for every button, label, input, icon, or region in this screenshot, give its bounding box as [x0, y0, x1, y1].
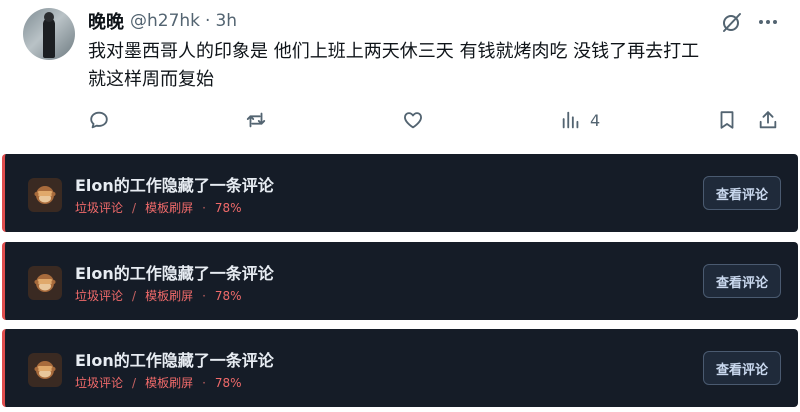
meta-separator: · [202, 375, 206, 390]
views-button[interactable]: 4 [560, 106, 600, 134]
meta-separator: · [202, 200, 206, 215]
bookmark-button[interactable] [716, 106, 738, 134]
grok-icon[interactable] [720, 10, 744, 34]
share-icon [759, 111, 777, 129]
reason-tag: 模板刷屏 [145, 289, 194, 303]
view-comment-button[interactable]: 查看评论 [703, 351, 781, 385]
like-button[interactable] [402, 106, 424, 134]
avatar[interactable] [23, 8, 75, 60]
see-no-evil-monkey-icon [28, 178, 62, 212]
hidden-comment-meta: 垃圾评论 / 模板刷屏 · 78% [75, 374, 242, 391]
reply-icon [90, 111, 108, 129]
tweet-header: 晚晚 @h27hk · 3h [88, 9, 237, 33]
meta-separator: / [132, 200, 137, 215]
retweet-button[interactable] [245, 106, 267, 134]
reason-tag: 垃圾评论 [75, 201, 124, 215]
confidence-score: 78% [214, 375, 242, 390]
bookmark-icon [720, 111, 734, 129]
tweet-text: 我对墨西哥人的印象是 他们上班上两天休三天 有钱就烤肉吃 没钱了再去打工 就这样… [88, 38, 788, 94]
share-button[interactable] [757, 106, 779, 134]
view-comment-button[interactable]: 查看评论 [703, 176, 781, 210]
reason-tag: 垃圾评论 [75, 289, 124, 303]
tweet-actions: 4 [0, 106, 800, 134]
hidden-comment-title: Elon的工作隐藏了一条评论 [75, 264, 274, 283]
hidden-comment-meta: 垃圾评论 / 模板刷屏 · 78% [75, 199, 242, 216]
retweet-icon [246, 112, 266, 128]
more-icon[interactable] [756, 10, 780, 34]
tweet-text-line: 我对墨西哥人的印象是 他们上班上两天休三天 有钱就烤肉吃 没钱了再去打工 [88, 41, 700, 62]
avatar-head [44, 12, 54, 22]
reason-tag: 垃圾评论 [75, 376, 124, 390]
avatar-figure [43, 18, 55, 58]
header-separator: · [205, 11, 211, 31]
confidence-score: 78% [214, 200, 242, 215]
hidden-comment-card: Elon的工作隐藏了一条评论 垃圾评论 / 模板刷屏 · 78% 查看评论 [2, 329, 798, 407]
hidden-comment-title: Elon的工作隐藏了一条评论 [75, 176, 274, 195]
display-name[interactable]: 晚晚 [88, 8, 124, 34]
views-count: 4 [590, 110, 601, 130]
tweet-text-line: 就这样周而复始 [88, 69, 214, 90]
like-icon [404, 112, 422, 129]
reason-tag: 模板刷屏 [145, 376, 194, 390]
confidence-score: 78% [214, 288, 242, 303]
hidden-comment-card: Elon的工作隐藏了一条评论 垃圾评论 / 模板刷屏 · 78% 查看评论 [2, 154, 798, 232]
hidden-comment-card: Elon的工作隐藏了一条评论 垃圾评论 / 模板刷屏 · 78% 查看评论 [2, 242, 798, 320]
user-handle[interactable]: @h27hk [130, 11, 200, 31]
meta-separator: / [132, 288, 137, 303]
see-no-evil-monkey-icon [28, 266, 62, 300]
view-comment-button[interactable]: 查看评论 [703, 264, 781, 298]
tweet: 晚晚 @h27hk · 3h 我对墨西哥人的印象是 他们上班上两天休三天 有钱就… [0, 0, 800, 150]
reply-button[interactable] [88, 106, 110, 134]
views-icon [562, 111, 579, 129]
reason-tag: 模板刷屏 [145, 201, 194, 215]
meta-separator: / [132, 375, 137, 390]
meta-separator: · [202, 288, 206, 303]
tweet-timestamp[interactable]: 3h [215, 11, 237, 31]
hidden-comment-title: Elon的工作隐藏了一条评论 [75, 351, 274, 370]
hidden-comment-meta: 垃圾评论 / 模板刷屏 · 78% [75, 287, 242, 304]
see-no-evil-monkey-icon [28, 353, 62, 387]
